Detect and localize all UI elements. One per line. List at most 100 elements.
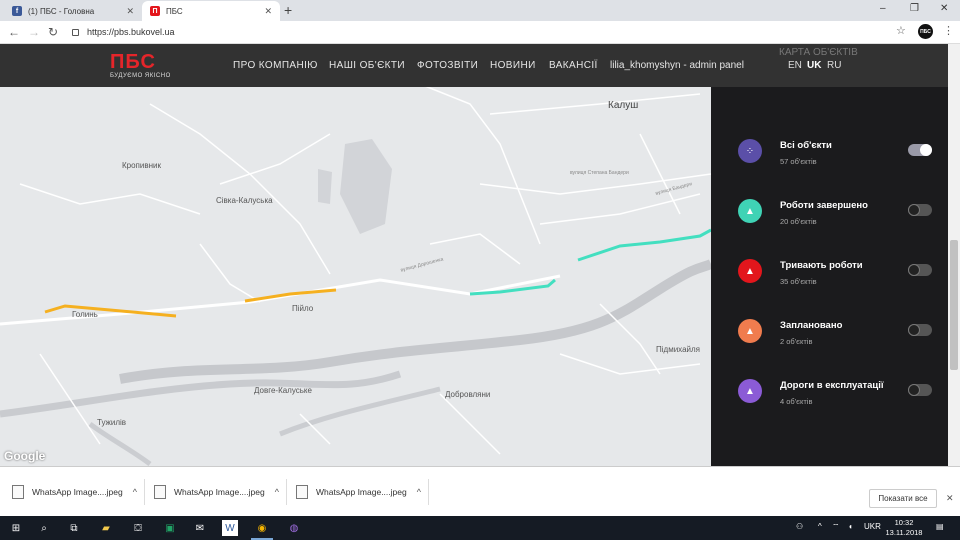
viber-icon[interactable]: ◍ — [286, 520, 302, 536]
site-logo[interactable]: ПБС — [110, 51, 156, 74]
chevron-up-icon[interactable]: ^ — [275, 487, 279, 497]
category-all[interactable]: ⁘ Всі об'єкти 57 об'єктів — [711, 139, 948, 179]
bookmark-star-icon[interactable]: ☆ — [896, 24, 906, 37]
category-count: 35 об'єктів — [780, 277, 817, 286]
map-label-dobrovliany: Добровляни — [445, 390, 491, 399]
scrollbar-thumb[interactable] — [950, 240, 958, 370]
nav-vacancies[interactable]: ВАКАНСІЇ — [549, 60, 598, 71]
tab-pbs[interactable]: П ПБС ✕ — [142, 1, 280, 21]
back-arrow-icon[interactable]: ← — [8, 25, 20, 39]
panel-title: КАРТА ОБ'ЄКТІВ — [779, 47, 858, 58]
task-view-icon[interactable]: ⧉ — [66, 520, 82, 536]
all-objects-icon: ⁘ — [738, 139, 762, 163]
windows-taskbar: ⊞ ⌕ ⧉ ▰ ⛋ ▣ ✉ W ◉ ◍ ⚇ ^ ⌔ ◖ UKR 10:32 13… — [0, 516, 960, 540]
map-label-kalush: Калуш — [608, 100, 639, 111]
category-name: Тривають роботи — [780, 260, 863, 271]
pbs-icon: П — [150, 6, 160, 16]
chevron-up-icon[interactable]: ^ — [133, 487, 137, 497]
map-label-kropyvnyk: Кропивник — [122, 161, 161, 170]
category-panel: ⁘ Всі об'єкти 57 об'єктів ▲ Роботи завер… — [711, 87, 948, 466]
lang-ru[interactable]: RU — [827, 60, 841, 71]
tab-title: ПБС — [166, 6, 183, 16]
lake — [318, 169, 332, 204]
divider — [428, 479, 429, 505]
download-item[interactable]: WhatsApp Image....jpeg ^ — [12, 480, 137, 504]
clock-time: 10:32 — [894, 518, 914, 527]
close-window-button[interactable]: ✕ — [940, 3, 948, 14]
map-label-dovhe-kaluske: Довге-Калуське — [254, 386, 312, 395]
keyboard-language[interactable]: UKR — [864, 522, 881, 531]
category-toggle[interactable] — [908, 264, 932, 276]
page-scrollbar[interactable] — [948, 44, 960, 466]
close-shelf-icon[interactable]: ✕ — [946, 493, 954, 504]
chrome-icon[interactable]: ◉ — [254, 520, 270, 536]
nav-admin-panel[interactable]: lilia_khomyshyn - admin panel — [610, 60, 744, 71]
site-tagline: БУДУЄМО ЯКІСНО — [110, 73, 171, 79]
category-planned[interactable]: ▲ Заплановано 2 об'єктів — [711, 319, 948, 359]
maximize-button[interactable]: ❐ — [910, 3, 919, 14]
mail-icon[interactable]: ✉ — [192, 520, 208, 536]
pbs-extension-icon[interactable]: ПБС — [918, 24, 933, 39]
store-icon[interactable]: ⛋ — [130, 520, 146, 536]
category-toggle[interactable] — [908, 384, 932, 396]
network-icon[interactable]: ⌔ — [832, 522, 840, 532]
category-name: Всі об'єкти — [780, 140, 832, 151]
category-toggle[interactable] — [908, 144, 932, 156]
category-count: 57 об'єктів — [780, 157, 817, 166]
page-viewport: Калуш Кропивник Сівка-Калуська Голинь Пі… — [0, 44, 948, 466]
excel-icon[interactable]: ▣ — [162, 520, 178, 536]
url-text: https://pbs.bukovel.ua — [87, 27, 175, 37]
nav-photo-reports[interactable]: ФОТОЗВІТИ — [417, 60, 478, 71]
category-count: 20 об'єктів — [780, 217, 817, 226]
file-icon — [12, 485, 24, 499]
download-item[interactable]: WhatsApp Image....jpeg ^ — [296, 480, 421, 504]
windows-start-icon[interactable]: ⊞ — [8, 520, 24, 536]
cone-icon: ▲ — [738, 379, 762, 403]
chrome-menu-icon[interactable]: ⋮ — [943, 24, 954, 37]
map-label-tuzhyliv: Тужилів — [97, 418, 127, 427]
category-completed[interactable]: ▲ Роботи завершено 20 об'єктів — [711, 199, 948, 239]
tab-facebook[interactable]: f (1) ПБС - Головна ✕ — [4, 1, 142, 21]
address-bar[interactable]: https://pbs.bukovel.ua — [68, 24, 906, 40]
chevron-up-icon[interactable]: ^ — [417, 487, 421, 497]
browser-toolbar: ← → ↻ https://pbs.bukovel.ua ☆ ПБС ⋮ — [0, 21, 960, 44]
search-icon[interactable]: ⌕ — [36, 520, 52, 536]
lang-en[interactable]: EN — [788, 60, 802, 71]
nav-about[interactable]: ПРО КОМПАНІЮ — [233, 60, 318, 71]
category-toggle[interactable] — [908, 204, 932, 216]
new-tab-button[interactable]: + — [284, 2, 292, 18]
map-label-sivka-kaluska: Сівка-Калуська — [216, 196, 273, 205]
people-icon[interactable]: ⚇ — [796, 522, 803, 531]
taskbar-clock[interactable]: 10:32 13.11.2018 — [884, 518, 924, 538]
tab-title: (1) ПБС - Головна — [28, 6, 95, 16]
download-item[interactable]: WhatsApp Image....jpeg ^ — [154, 480, 279, 504]
word-icon[interactable]: W — [222, 520, 238, 536]
divider — [144, 479, 145, 505]
lang-uk[interactable]: UK — [807, 60, 821, 71]
close-tab-icon[interactable]: ✕ — [126, 6, 134, 17]
map-label-holyn: Голинь — [72, 310, 98, 319]
download-filename: WhatsApp Image....jpeg — [174, 487, 265, 497]
category-toggle[interactable] — [908, 324, 932, 336]
reload-icon[interactable]: ↻ — [48, 25, 58, 39]
map-label-piilo: Пійло — [292, 304, 314, 313]
cone-icon: ▲ — [738, 199, 762, 223]
file-icon — [296, 485, 308, 499]
forward-arrow-icon[interactable]: → — [28, 25, 40, 39]
category-count: 4 об'єктів — [780, 397, 813, 406]
site-header: ПБС БУДУЄМО ЯКІСНО ПРО КОМПАНІЮ НАШІ ОБ'… — [0, 44, 948, 87]
nav-news[interactable]: НОВИНИ — [490, 60, 536, 71]
category-in-progress[interactable]: ▲ Тривають роботи 35 об'єктів — [711, 259, 948, 299]
file-explorer-icon[interactable]: ▰ — [98, 520, 114, 536]
road-label: вулиця Степана Бандери — [570, 170, 629, 176]
notifications-icon[interactable]: ▤ — [936, 522, 944, 531]
google-attribution[interactable]: Google — [4, 449, 45, 463]
close-tab-icon[interactable]: ✕ — [264, 6, 272, 17]
category-roads-in-use[interactable]: ▲ Дороги в експлуатації 4 об'єктів — [711, 379, 948, 419]
volume-icon[interactable]: ◖ — [848, 522, 853, 531]
download-filename: WhatsApp Image....jpeg — [316, 487, 407, 497]
nav-objects[interactable]: НАШІ ОБ'ЄКТИ — [329, 60, 405, 71]
show-all-downloads-button[interactable]: Показати все — [869, 489, 937, 508]
tray-expand-icon[interactable]: ^ — [818, 522, 822, 531]
minimize-button[interactable]: – — [880, 3, 886, 14]
